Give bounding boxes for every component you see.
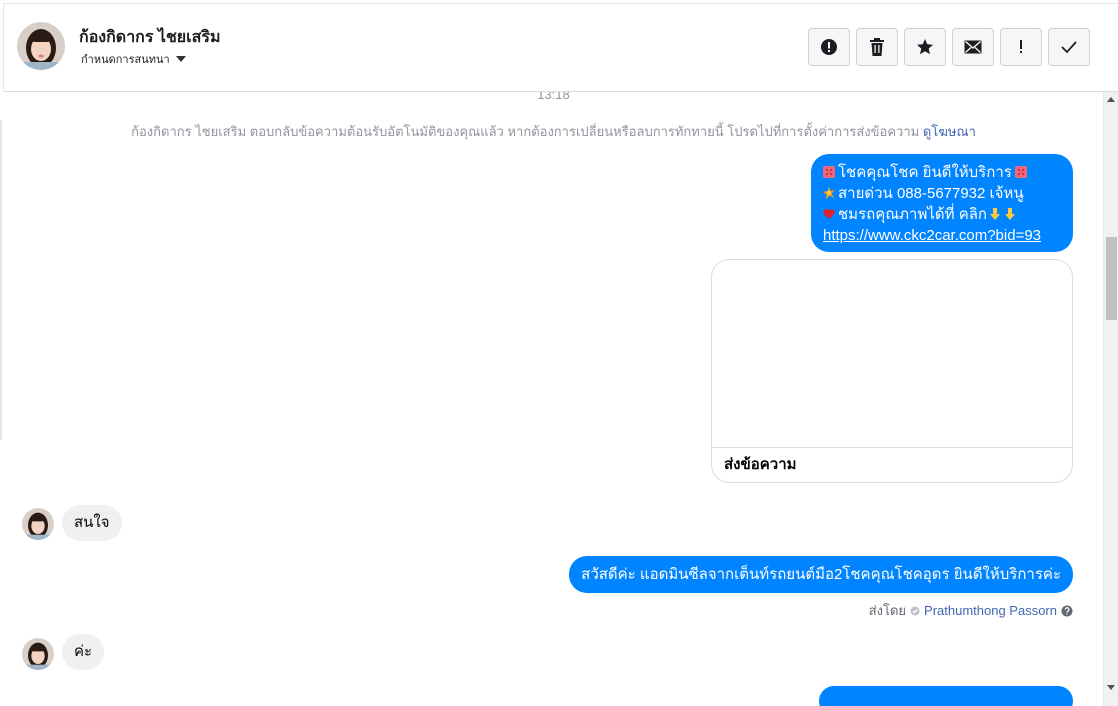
report-spam-button[interactable] bbox=[808, 28, 850, 66]
sent-by-info: ส่งโดย Prathumthong Passorn bbox=[869, 600, 1073, 621]
sender-name[interactable]: Prathumthong Passorn bbox=[924, 603, 1057, 618]
auto-reply-notice-text: ก้องกิดากร ไชยเสริม ตอบกลับข้อความต้อนรั… bbox=[131, 124, 920, 139]
view-ad-link[interactable]: ดูโฆษณา bbox=[923, 124, 976, 139]
card-media bbox=[712, 260, 1072, 448]
pointing-down-icon bbox=[990, 208, 1001, 220]
message-card: ส่งข้อความ bbox=[711, 259, 1073, 483]
scrollbar-thumb[interactable] bbox=[1106, 237, 1117, 320]
auto-reply-notice: ก้องกิดากร ไชยเสริม ตอบกลับข้อความต้อนรั… bbox=[3, 121, 1104, 142]
outgoing-message-bubble-partial[interactable] bbox=[819, 686, 1073, 706]
exclamation-icon bbox=[1020, 40, 1022, 53]
star-icon bbox=[917, 39, 933, 55]
contact-name: ก้องกิดากร ไชยเสริม bbox=[79, 29, 221, 46]
sent-by-label: ส่งโดย bbox=[868, 603, 907, 618]
conversation-header: ก้องกิดากร ไชยเสริม กำหนดการสนทนา bbox=[3, 3, 1118, 92]
conversation-settings-dropdown[interactable]: กำหนดการสนทนา bbox=[81, 50, 186, 68]
send-message-button[interactable]: ส่งข้อความ bbox=[712, 448, 1072, 480]
sender-avatar[interactable] bbox=[22, 638, 54, 670]
help-icon[interactable] bbox=[1061, 605, 1073, 617]
scroll-up-arrow-icon[interactable] bbox=[1107, 97, 1115, 102]
delete-button[interactable] bbox=[856, 28, 898, 66]
left-edge bbox=[0, 120, 2, 440]
red-heart-icon bbox=[823, 209, 835, 219]
trash-icon bbox=[870, 38, 884, 56]
sender-avatar[interactable] bbox=[22, 508, 54, 540]
incoming-message-bubble[interactable]: ค่ะ bbox=[62, 634, 105, 670]
website-link[interactable]: https://www.ckc2car.com?bid=93 bbox=[823, 227, 1041, 244]
contact-avatar[interactable] bbox=[17, 22, 65, 70]
outgoing-message-bubble[interactable]: สวัสดีค่ะ แอดมินซีลจากเต็นท์รถยนต์มือ2โช… bbox=[569, 556, 1073, 593]
message-timestamp: 13:18 bbox=[537, 92, 570, 102]
star-button[interactable] bbox=[904, 28, 946, 66]
collision-icon bbox=[823, 187, 835, 199]
message-line-1: โชคคุณโชค ยินดีให้บริการ bbox=[838, 164, 1012, 181]
verified-icon bbox=[910, 606, 920, 615]
mark-unread-button[interactable] bbox=[952, 28, 994, 66]
caret-down-icon bbox=[175, 56, 186, 62]
mark-done-button[interactable] bbox=[1048, 28, 1090, 66]
outgoing-message-bubble[interactable]: โชคคุณโชค ยินดีให้บริการ สายด่วน 088-567… bbox=[811, 154, 1073, 252]
anger-symbol-icon bbox=[823, 166, 835, 178]
alert-circle-icon bbox=[821, 39, 837, 55]
pointing-down-icon bbox=[1005, 208, 1016, 220]
check-icon bbox=[1061, 41, 1077, 54]
message-line-2: สายด่วน 088-5677932 เจ้หนู bbox=[838, 185, 1024, 202]
message-line-3: ชมรถคุณภาพได้ที่ คลิก bbox=[838, 206, 988, 223]
conversation-settings-label: กำหนดการสนทนา bbox=[81, 54, 170, 66]
thread-scrollbar[interactable] bbox=[1103, 92, 1118, 706]
action-toolbar bbox=[808, 28, 1090, 66]
message-thread: 13:18 ก้องกิดากร ไชยเสริม ตอบกลับข้อความ… bbox=[3, 92, 1104, 706]
follow-up-button[interactable] bbox=[1000, 28, 1042, 66]
mail-icon bbox=[964, 40, 982, 54]
incoming-message-bubble[interactable]: สนใจ bbox=[62, 505, 122, 541]
scroll-down-arrow-icon[interactable] bbox=[1107, 685, 1115, 690]
anger-symbol-icon bbox=[1014, 166, 1027, 178]
